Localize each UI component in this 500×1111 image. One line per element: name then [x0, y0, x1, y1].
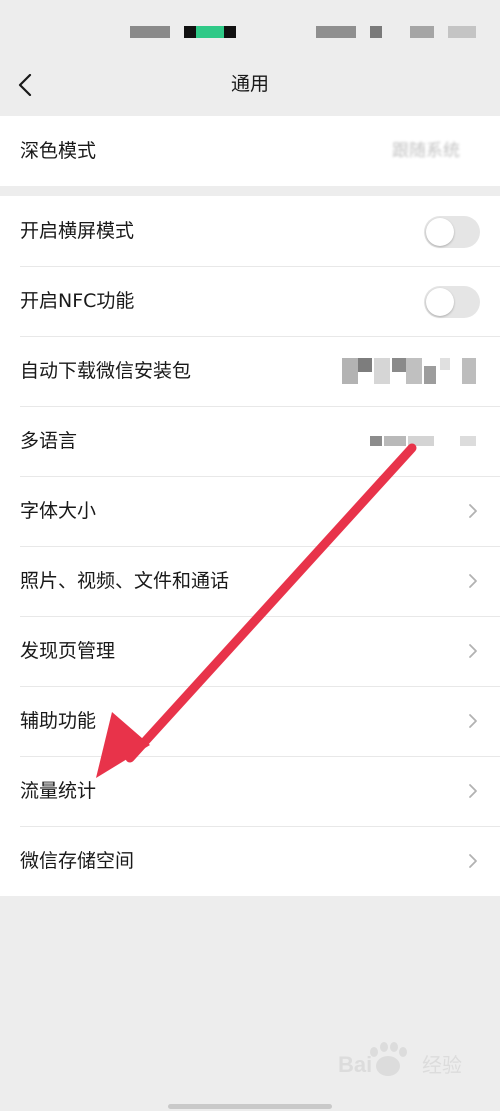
settings-group-general: 开启横屏模式 开启NFC功能 自动下载微信安装包 多语言 字体大小 照片、视频、…: [0, 196, 500, 896]
row-nfc[interactable]: 开启NFC功能: [0, 266, 500, 336]
status-blur: [130, 26, 170, 38]
row-data-usage[interactable]: 流量统计: [0, 756, 500, 826]
row-dark-mode[interactable]: 深色模式 跟随系统: [0, 116, 500, 186]
page-title: 通用: [230, 73, 269, 95]
row-label: 微信存储空间: [20, 850, 135, 872]
row-accessibility[interactable]: 辅助功能: [0, 686, 500, 756]
status-bar: [0, 0, 500, 58]
row-label: 辅助功能: [20, 710, 97, 732]
status-blur: [184, 26, 196, 38]
status-blur: [410, 26, 434, 38]
dark-mode-value: 跟随系统: [392, 141, 460, 161]
chevron-right-icon: [469, 714, 477, 728]
toggle-knob: [426, 218, 454, 246]
row-discover[interactable]: 发现页管理: [0, 616, 500, 686]
status-blur: [196, 26, 224, 38]
row-media[interactable]: 照片、视频、文件和通话: [0, 546, 500, 616]
row-label: 字体大小: [20, 500, 97, 522]
row-label: 多语言: [20, 430, 78, 452]
row-label: 发现页管理: [20, 640, 116, 662]
status-blur: [370, 26, 382, 38]
row-label: 照片、视频、文件和通话: [20, 570, 230, 592]
chevron-right-icon: [469, 644, 477, 658]
chevron-right-icon: [469, 504, 477, 518]
home-indicator: [168, 1104, 332, 1109]
row-label: 自动下载微信安装包: [20, 360, 192, 382]
watermark-text: Bai: [338, 1052, 372, 1077]
row-auto-download[interactable]: 自动下载微信安装包: [0, 336, 500, 406]
landscape-toggle[interactable]: [424, 216, 480, 248]
baidu-watermark-logo: Bai 经验: [330, 1028, 480, 1088]
row-font-size[interactable]: 字体大小: [0, 476, 500, 546]
chevron-right-icon: [469, 784, 477, 798]
status-blur: [224, 26, 236, 38]
svg-text:经验: 经验: [422, 1053, 462, 1077]
row-label: 开启横屏模式: [20, 220, 135, 242]
chevron-right-icon: [469, 574, 477, 588]
row-language[interactable]: 多语言: [0, 406, 500, 476]
row-label: 深色模式: [20, 140, 97, 162]
toggle-knob: [426, 288, 454, 316]
nav-bar: 通用: [0, 58, 500, 110]
status-blur: [448, 26, 476, 38]
row-label: 流量统计: [20, 780, 97, 802]
row-label: 开启NFC功能: [20, 290, 135, 312]
nfc-toggle[interactable]: [424, 286, 480, 318]
status-blur: [316, 26, 356, 38]
settings-group-display: 深色模式 跟随系统: [0, 116, 500, 186]
chevron-right-icon: [469, 854, 477, 868]
row-landscape-mode[interactable]: 开启横屏模式: [0, 196, 500, 266]
row-storage[interactable]: 微信存储空间: [0, 826, 500, 896]
